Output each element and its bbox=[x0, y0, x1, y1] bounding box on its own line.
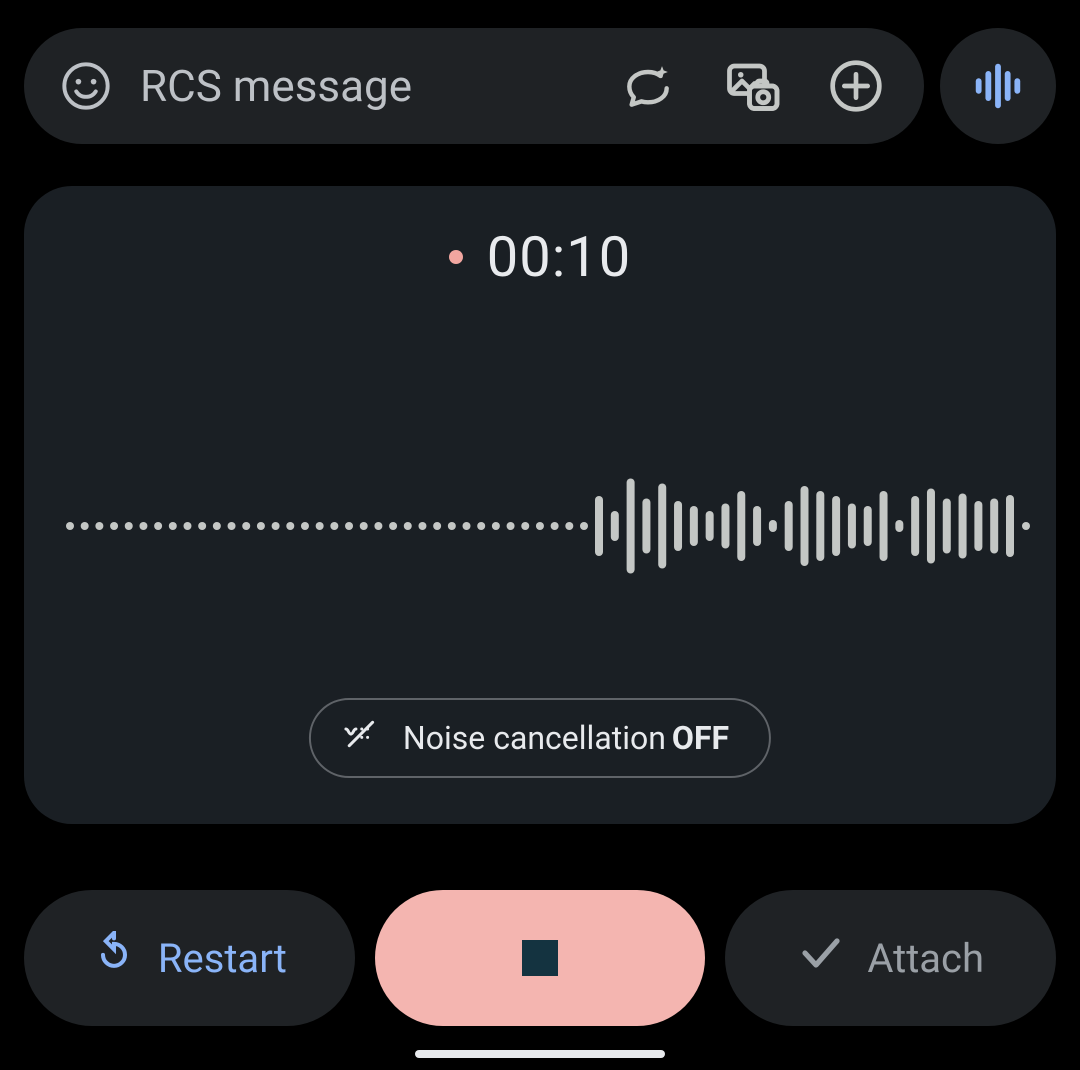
stop-button[interactable] bbox=[375, 890, 706, 1026]
home-indicator[interactable] bbox=[415, 1050, 665, 1058]
waveform-display bbox=[24, 466, 1056, 586]
stop-icon bbox=[522, 940, 558, 976]
recording-panel: 00:10 Noise cancellationOFF bbox=[24, 186, 1056, 824]
waveform-icon bbox=[969, 57, 1027, 115]
magic-compose-icon[interactable] bbox=[620, 58, 676, 114]
gallery-camera-icon[interactable] bbox=[722, 56, 782, 116]
recording-indicator-dot bbox=[449, 250, 463, 264]
recording-controls: Restart Attach bbox=[24, 890, 1056, 1026]
compose-actions bbox=[620, 56, 906, 116]
timer-row: 00:10 bbox=[449, 224, 631, 290]
restart-button[interactable]: Restart bbox=[24, 890, 355, 1026]
elapsed-time: 00:10 bbox=[487, 224, 631, 290]
check-icon bbox=[797, 929, 845, 987]
noise-cancel-off-icon bbox=[341, 714, 381, 762]
attach-button[interactable]: Attach bbox=[725, 890, 1056, 1026]
noise-cancellation-toggle[interactable]: Noise cancellationOFF bbox=[309, 698, 771, 778]
restart-icon bbox=[92, 931, 136, 985]
plus-icon[interactable] bbox=[828, 58, 884, 114]
message-input[interactable]: RCS message bbox=[140, 60, 592, 112]
voice-message-screen: RCS message bbox=[0, 0, 1080, 1070]
noise-cancellation-label: Noise cancellationOFF bbox=[403, 719, 729, 757]
emoji-icon[interactable] bbox=[60, 60, 112, 112]
restart-label: Restart bbox=[158, 935, 287, 982]
voice-record-button[interactable] bbox=[940, 28, 1056, 144]
compose-pill: RCS message bbox=[24, 28, 924, 144]
attach-label: Attach bbox=[867, 935, 984, 982]
compose-row: RCS message bbox=[24, 28, 1056, 144]
